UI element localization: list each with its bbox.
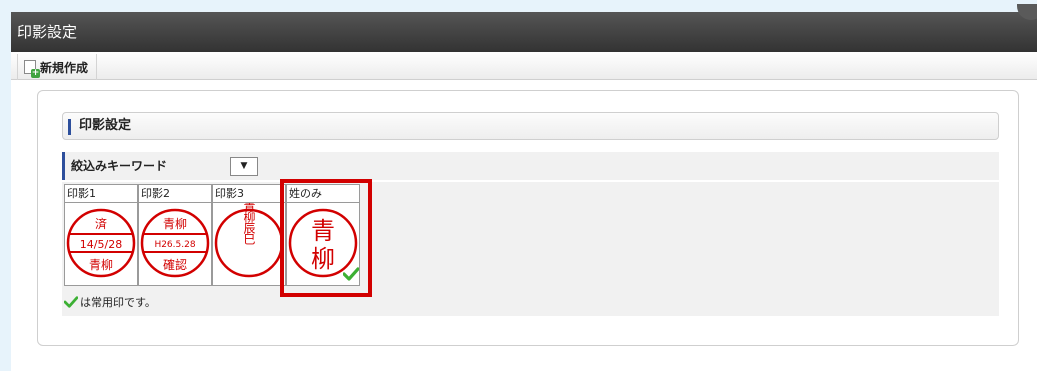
stamp-option-1[interactable]: 印影1 済 14/5/28 青柳 [64,184,138,286]
note-text: は常用印です。 [80,296,156,309]
settings-panel: 印影設定 絞込みキーワード ▼ 印影1 済 14/5/28 青柳 印影2 青柳 … [37,90,1019,346]
fullname-stamp-image: 青柳辰巳 [214,203,284,278]
stamp-list: 印影1 済 14/5/28 青柳 印影2 青柳 H26.5.28 確認 印影3 … [62,179,999,316]
stamp-header: 印影2 [139,185,211,203]
stamp-top-text: 済 [95,216,107,231]
stamp-top-text: 青柳 [163,217,187,231]
stamp-vertical-text: 青柳辰巳 [242,203,256,245]
new-document-icon [24,60,40,78]
new-button-label: 新規作成 [40,60,89,75]
stamp-header: 印影3 [213,185,285,203]
app-window: 印影設定 新規作成 印影設定 絞込みキーワード ▼ 印影1 済 14/5/28 … [11,4,1037,371]
toolbar [11,52,1037,80]
stamp-option-3[interactable]: 印影3 青柳辰巳 [212,184,286,286]
stamp-middle-text: 14/5/28 [80,238,122,251]
stamp-header: 印影1 [65,185,137,203]
filter-label: 絞込みキーワード [62,152,192,180]
frequent-stamp-note: は常用印です。 [64,294,156,310]
window-title: 印影設定 [11,12,1037,52]
check-icon [64,296,78,308]
keyword-select[interactable]: ▼ [230,157,258,176]
filter-row: 絞込みキーワード ▼ [62,152,999,180]
confirm-stamp-image: 青柳 H26.5.28 確認 [140,208,210,278]
selected-stamp-highlight [280,179,372,297]
section-title: 印影設定 [62,112,999,140]
new-button[interactable]: 新規作成 [17,54,98,80]
stamp-option-2[interactable]: 印影2 青柳 H26.5.28 確認 [138,184,212,286]
stamp-bottom-text: 確認 [163,257,187,272]
stamp-middle-text: H26.5.28 [154,240,195,250]
date-stamp-image: 済 14/5/28 青柳 [66,208,136,278]
stamp-bottom-text: 青柳 [89,258,113,272]
